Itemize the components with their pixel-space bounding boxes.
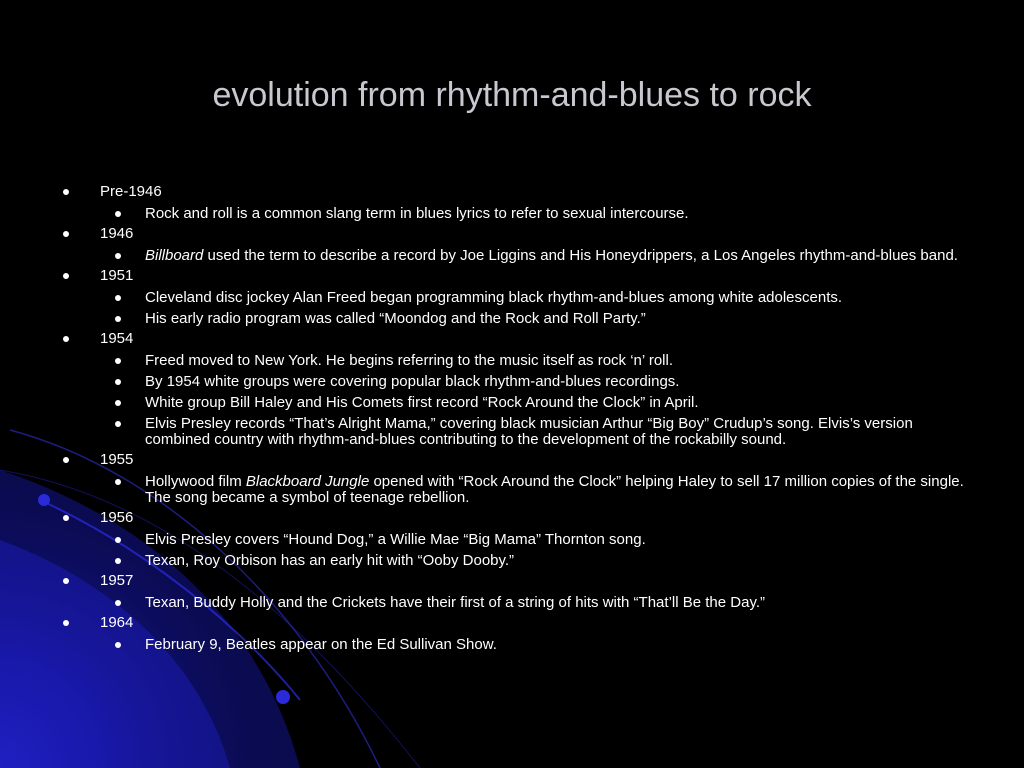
list-item: Hollywood film Blackboard Jungle opened …	[60, 474, 970, 506]
sub-bullet-icon	[115, 642, 121, 648]
item-text: used the term to describe a record by Jo…	[203, 247, 958, 264]
year-label: 1946	[100, 225, 134, 242]
sub-bullet-icon	[115, 211, 121, 217]
sub-bullet-icon	[115, 421, 121, 427]
item-text: Freed moved to New York. He begins refer…	[145, 352, 674, 369]
list-item: Elvis Presley records “That’s Alright Ma…	[60, 416, 970, 448]
list-item: His early radio program was called “Moon…	[60, 311, 970, 327]
bullet-icon	[63, 189, 69, 195]
list-item: White group Bill Haley and His Comets fi…	[60, 395, 970, 411]
bullet-icon	[63, 620, 69, 626]
item-text: Texan, Roy Orbison has an early hit with…	[145, 552, 515, 569]
item-italic-title: Billboard	[145, 247, 204, 264]
year-label: 1954	[100, 330, 134, 347]
list-item: Elvis Presley covers “Hound Dog,” a Will…	[60, 532, 970, 548]
year-heading: 1956	[60, 508, 970, 527]
sub-bullet-icon	[115, 295, 121, 301]
list-item: By 1954 white groups were covering popul…	[60, 374, 970, 390]
item-text: Texan, Buddy Holly and the Crickets have…	[145, 594, 765, 611]
item-text: February 9, Beatles appear on the Ed Sul…	[145, 636, 497, 653]
bullet-icon	[63, 336, 69, 342]
bullet-icon	[63, 273, 69, 279]
year-label: 1956	[100, 509, 134, 526]
item-text: His early radio program was called “Moon…	[145, 310, 646, 327]
sub-bullet-icon	[115, 316, 121, 322]
list-item: Texan, Buddy Holly and the Crickets have…	[60, 595, 970, 611]
slide: evolution from rhythm-and-blues to rock …	[0, 0, 1024, 768]
sub-bullet-icon	[115, 400, 121, 406]
year-heading: 1946	[60, 224, 970, 243]
item-text: Elvis Presley covers “Hound Dog,” a Will…	[145, 531, 646, 548]
bullet-list: Pre-1946 Rock and roll is a common slang …	[60, 180, 970, 653]
item-text-prefix: Hollywood film	[145, 473, 246, 490]
year-heading: 1951	[60, 266, 970, 285]
bullet-icon	[63, 231, 69, 237]
list-item: Freed moved to New York. He begins refer…	[60, 353, 970, 369]
item-text: Elvis Presley records “That’s Alright Ma…	[145, 415, 913, 448]
item-italic-title: Blackboard Jungle	[245, 473, 370, 490]
list-item: Texan, Roy Orbison has an early hit with…	[60, 553, 970, 569]
year-label: 1964	[100, 614, 134, 631]
sub-bullet-icon	[115, 379, 121, 385]
year-label: 1957	[100, 572, 134, 589]
year-heading: 1955	[60, 450, 970, 469]
bullet-icon	[63, 578, 69, 584]
item-text: Rock and roll is a common slang term in …	[145, 205, 689, 222]
item-text: By 1954 white groups were covering popul…	[145, 373, 680, 390]
sub-bullet-icon	[115, 558, 121, 564]
item-text: Cleveland disc jockey Alan Freed began p…	[145, 289, 843, 306]
year-label: 1951	[100, 267, 134, 284]
year-label: Pre-1946	[100, 183, 162, 200]
slide-title: evolution from rhythm-and-blues to rock	[212, 76, 812, 114]
bullet-icon	[63, 515, 69, 521]
year-heading: Pre-1946	[60, 182, 970, 201]
sub-bullet-icon	[115, 253, 121, 259]
bullet-icon	[63, 457, 69, 463]
year-heading: 1954	[60, 329, 970, 348]
sub-bullet-icon	[115, 479, 121, 485]
sub-bullet-icon	[115, 600, 121, 606]
list-item: Cleveland disc jockey Alan Freed began p…	[60, 290, 970, 306]
sub-bullet-icon	[115, 537, 121, 543]
list-item: February 9, Beatles appear on the Ed Sul…	[60, 637, 970, 653]
year-heading: 1957	[60, 571, 970, 590]
list-item: Rock and roll is a common slang term in …	[60, 206, 970, 222]
list-item: Billboard used the term to describe a re…	[60, 248, 970, 264]
item-text: White group Bill Haley and His Comets fi…	[145, 394, 699, 411]
year-heading: 1964	[60, 613, 970, 632]
year-label: 1955	[100, 451, 134, 468]
sub-bullet-icon	[115, 358, 121, 364]
